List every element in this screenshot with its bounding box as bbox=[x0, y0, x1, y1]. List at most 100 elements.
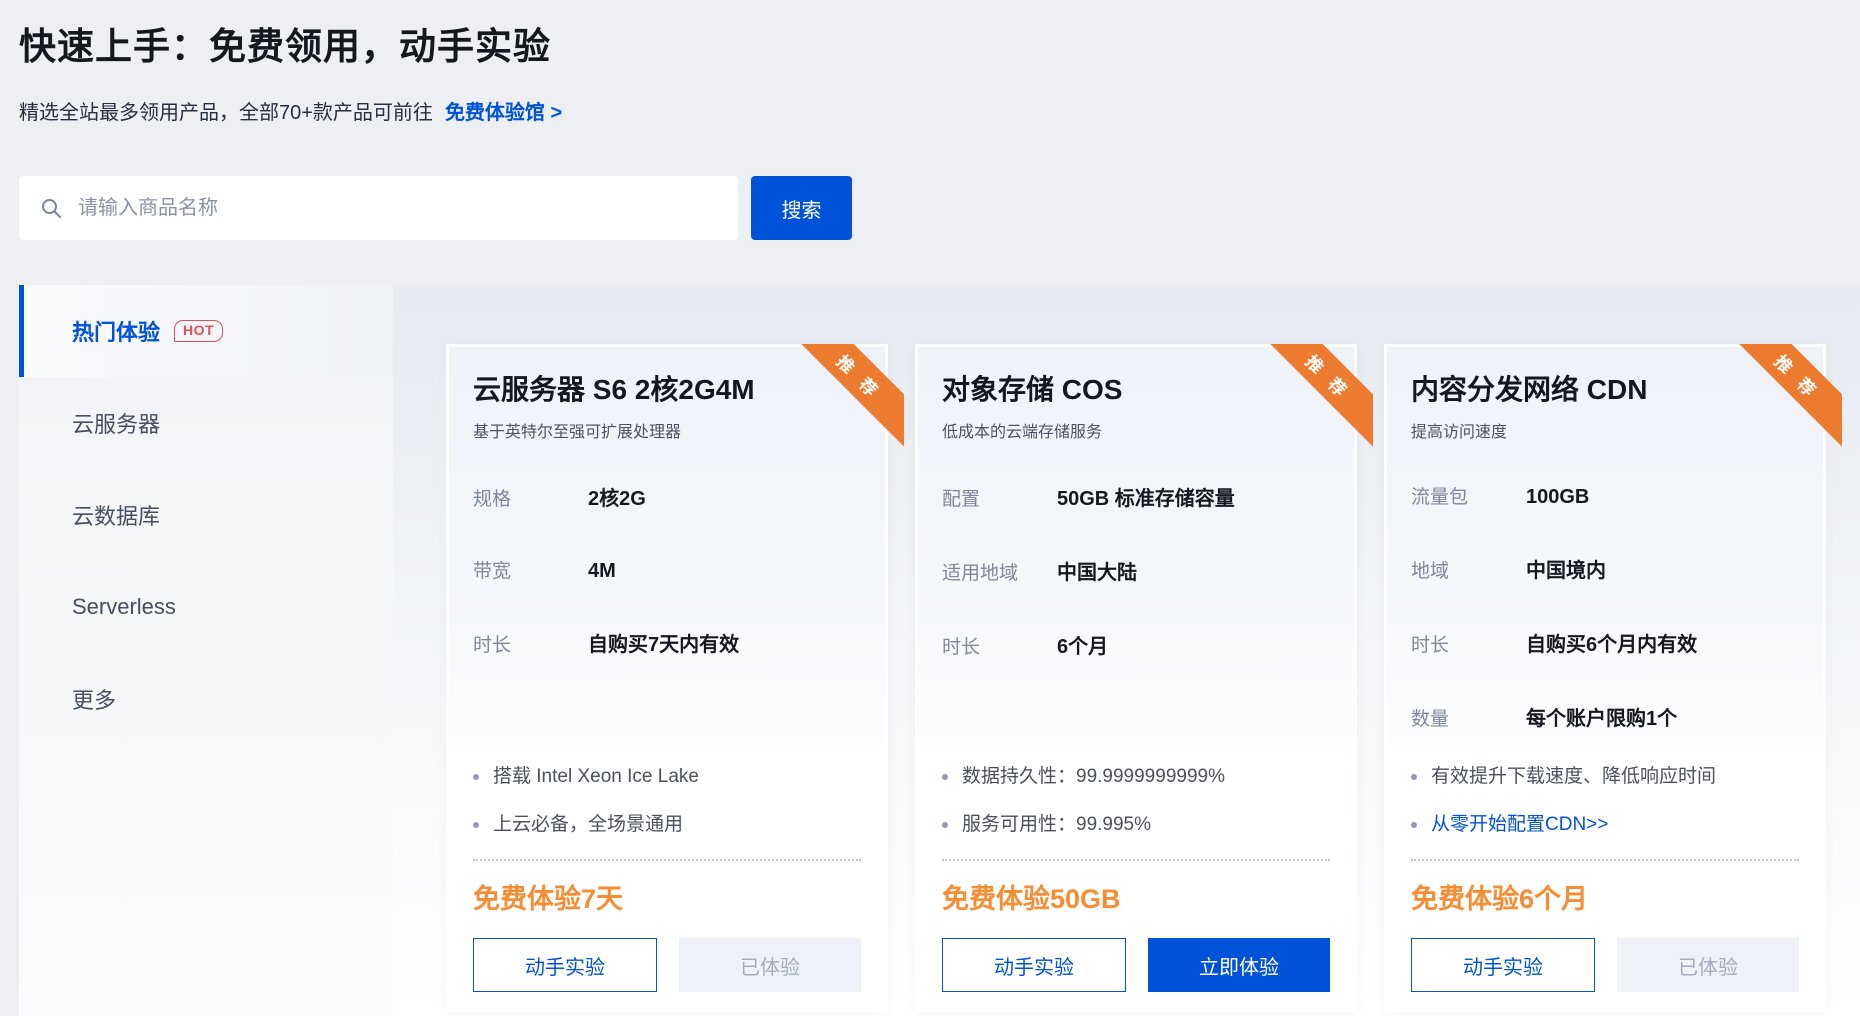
feature-bullet-link[interactable]: 从零开始配置CDN>> bbox=[1411, 811, 1799, 839]
bullet-dot-icon bbox=[1411, 774, 1417, 780]
dotted-divider bbox=[942, 859, 1330, 861]
card-top-section: 云服务器 S6 2核2G4M 基于英特尔至强可扩展处理器 规格 2核2G 带宽 … bbox=[449, 347, 885, 745]
dotted-divider bbox=[473, 859, 861, 861]
active-indicator bbox=[19, 285, 24, 377]
sidebar-item-cloud-server[interactable]: 云服务器 bbox=[19, 377, 393, 469]
content-area: 热门体验 HOT 云服务器 云数据库 Serverless 更多 推荐 云服务器… bbox=[19, 285, 1860, 1016]
card-bottom-section: 搭载 Intel Xeon Ice Lake 上云必备，全场景通用 免费体验7天… bbox=[449, 745, 885, 992]
bullet-text: 有效提升下载速度、降低响应时间 bbox=[1431, 763, 1716, 791]
spec-row: 时长 6个月 bbox=[942, 630, 1330, 659]
card-title: 内容分发网络 CDN bbox=[1411, 368, 1799, 408]
search-input-box[interactable] bbox=[19, 176, 738, 240]
card-actions: 动手实验 已体验 bbox=[1411, 938, 1799, 992]
card-subtitle: 低成本的云端存储服务 bbox=[942, 418, 1330, 442]
bullet-dot-icon bbox=[942, 822, 948, 828]
spec-list: 规格 2核2G 带宽 4M 时长 自购买7天内有效 bbox=[473, 482, 861, 657]
spec-value: 50GB 标准存储容量 bbox=[1057, 482, 1235, 511]
hands-on-lab-button[interactable]: 动手实验 bbox=[1411, 938, 1595, 992]
feature-bullet: 上云必备，全场景通用 bbox=[473, 811, 861, 839]
sidebar-item-label: 云服务器 bbox=[72, 407, 160, 439]
search-button[interactable]: 搜索 bbox=[751, 176, 852, 240]
spec-list: 配置 50GB 标准存储容量 适用地域 中国大陆 时长 6个月 bbox=[942, 482, 1330, 659]
card-top-section: 对象存储 COS 低成本的云端存储服务 配置 50GB 标准存储容量 适用地域 … bbox=[918, 347, 1354, 745]
spec-row: 配置 50GB 标准存储容量 bbox=[942, 482, 1330, 511]
card-subtitle: 提高访问速度 bbox=[1411, 418, 1799, 442]
spec-label: 配置 bbox=[942, 484, 1057, 511]
spec-label: 适用地域 bbox=[942, 558, 1057, 585]
card-title: 云服务器 S6 2核2G4M bbox=[473, 368, 861, 408]
free-trial-hall-link[interactable]: 免费体验馆 > bbox=[445, 96, 562, 125]
spec-label: 规格 bbox=[473, 484, 588, 511]
bullet-dot-icon bbox=[942, 774, 948, 780]
spec-label: 时长 bbox=[473, 630, 588, 657]
product-card-list: 推荐 云服务器 S6 2核2G4M 基于英特尔至强可扩展处理器 规格 2核2G … bbox=[393, 285, 1860, 1016]
spec-row: 地域 中国境内 bbox=[1411, 554, 1799, 583]
spec-row: 适用地域 中国大陆 bbox=[942, 556, 1330, 585]
sidebar-item-more[interactable]: 更多 bbox=[19, 653, 393, 745]
sidebar-item-label: 热门体验 bbox=[72, 315, 160, 347]
dotted-divider bbox=[1411, 859, 1799, 861]
sidebar-item-label: Serverless bbox=[72, 594, 176, 620]
card-subtitle: 基于英特尔至强可扩展处理器 bbox=[473, 418, 861, 442]
spec-label: 地域 bbox=[1411, 556, 1526, 583]
spec-label: 时长 bbox=[1411, 630, 1526, 657]
spec-label: 时长 bbox=[942, 632, 1057, 659]
spec-row: 数量 每个账户限购1个 bbox=[1411, 702, 1799, 731]
cdn-config-guide-link[interactable]: 从零开始配置CDN>> bbox=[1431, 811, 1608, 839]
product-card-cdn: 推荐 内容分发网络 CDN 提高访问速度 流量包 100GB 地域 中国境内 时… bbox=[1384, 344, 1826, 1012]
card-top-section: 内容分发网络 CDN 提高访问速度 流量包 100GB 地域 中国境内 时长 自… bbox=[1387, 347, 1823, 745]
subtitle-text: 精选全站最多领用产品，全部70+款产品可前往 bbox=[19, 96, 433, 125]
category-sidebar: 热门体验 HOT 云服务器 云数据库 Serverless 更多 bbox=[19, 285, 393, 1016]
offer-text: 免费体验7天 bbox=[473, 877, 861, 916]
sidebar-item-serverless[interactable]: Serverless bbox=[19, 561, 393, 653]
spec-value: 4M bbox=[588, 560, 616, 583]
spec-value: 自购买7天内有效 bbox=[588, 628, 739, 657]
product-card-cos: 推荐 对象存储 COS 低成本的云端存储服务 配置 50GB 标准存储容量 适用… bbox=[915, 344, 1357, 1012]
spec-row: 规格 2核2G bbox=[473, 482, 861, 511]
spec-list: 流量包 100GB 地域 中国境内 时长 自购买6个月内有效 数量 每个账户限购… bbox=[1411, 482, 1799, 731]
sidebar-item-cloud-database[interactable]: 云数据库 bbox=[19, 469, 393, 561]
card-bottom-section: 数据持久性：99.9999999999% 服务可用性：99.995% 免费体验5… bbox=[918, 745, 1354, 992]
page-subtitle: 精选全站最多领用产品，全部70+款产品可前往 免费体验馆 > bbox=[19, 96, 562, 125]
spec-value: 每个账户限购1个 bbox=[1526, 702, 1677, 731]
spec-value: 6个月 bbox=[1057, 630, 1108, 659]
bullet-dot-icon bbox=[473, 774, 479, 780]
spec-value: 100GB bbox=[1526, 486, 1589, 509]
search-input[interactable] bbox=[76, 196, 718, 221]
sidebar-item-hot-experience[interactable]: 热门体验 HOT bbox=[19, 285, 393, 377]
spec-value: 中国大陆 bbox=[1057, 556, 1137, 585]
hands-on-lab-button[interactable]: 动手实验 bbox=[942, 938, 1126, 992]
spec-row: 时长 自购买6个月内有效 bbox=[1411, 628, 1799, 657]
bullet-dot-icon bbox=[473, 822, 479, 828]
spec-row: 带宽 4M bbox=[473, 556, 861, 583]
hands-on-lab-button[interactable]: 动手实验 bbox=[473, 938, 657, 992]
bullet-text: 上云必备，全场景通用 bbox=[493, 811, 683, 839]
page-title: 快速上手：免费领用，动手实验 bbox=[19, 16, 551, 70]
spec-value: 2核2G bbox=[588, 482, 646, 511]
spec-value: 中国境内 bbox=[1526, 554, 1606, 583]
offer-text: 免费体验6个月 bbox=[1411, 877, 1799, 916]
spec-label: 流量包 bbox=[1411, 482, 1526, 509]
bullet-text: 搭载 Intel Xeon Ice Lake bbox=[493, 763, 699, 791]
feature-bullet: 搭载 Intel Xeon Ice Lake bbox=[473, 763, 861, 791]
spec-row: 时长 自购买7天内有效 bbox=[473, 628, 861, 657]
already-tried-button[interactable]: 已体验 bbox=[1617, 938, 1799, 992]
product-card-cvm: 推荐 云服务器 S6 2核2G4M 基于英特尔至强可扩展处理器 规格 2核2G … bbox=[446, 344, 888, 1012]
sidebar-item-label: 更多 bbox=[72, 683, 116, 715]
spec-label: 数量 bbox=[1411, 704, 1526, 731]
card-bottom-section: 有效提升下载速度、降低响应时间 从零开始配置CDN>> 免费体验6个月 动手实验… bbox=[1387, 745, 1823, 992]
spec-label: 带宽 bbox=[473, 556, 588, 583]
already-tried-button[interactable]: 已体验 bbox=[679, 938, 861, 992]
card-actions: 动手实验 立即体验 bbox=[942, 938, 1330, 992]
card-title: 对象存储 COS bbox=[942, 368, 1330, 408]
bullet-dot-icon bbox=[1411, 822, 1417, 828]
hot-badge: HOT bbox=[174, 320, 223, 342]
try-now-button[interactable]: 立即体验 bbox=[1148, 938, 1330, 992]
bullet-text: 数据持久性：99.9999999999% bbox=[962, 763, 1225, 791]
spec-value: 自购买6个月内有效 bbox=[1526, 628, 1697, 657]
feature-bullet: 服务可用性：99.995% bbox=[942, 811, 1330, 839]
bullet-text: 服务可用性：99.995% bbox=[962, 811, 1151, 839]
feature-bullet: 数据持久性：99.9999999999% bbox=[942, 763, 1330, 791]
search-icon bbox=[39, 196, 63, 220]
feature-bullet: 有效提升下载速度、降低响应时间 bbox=[1411, 763, 1799, 791]
